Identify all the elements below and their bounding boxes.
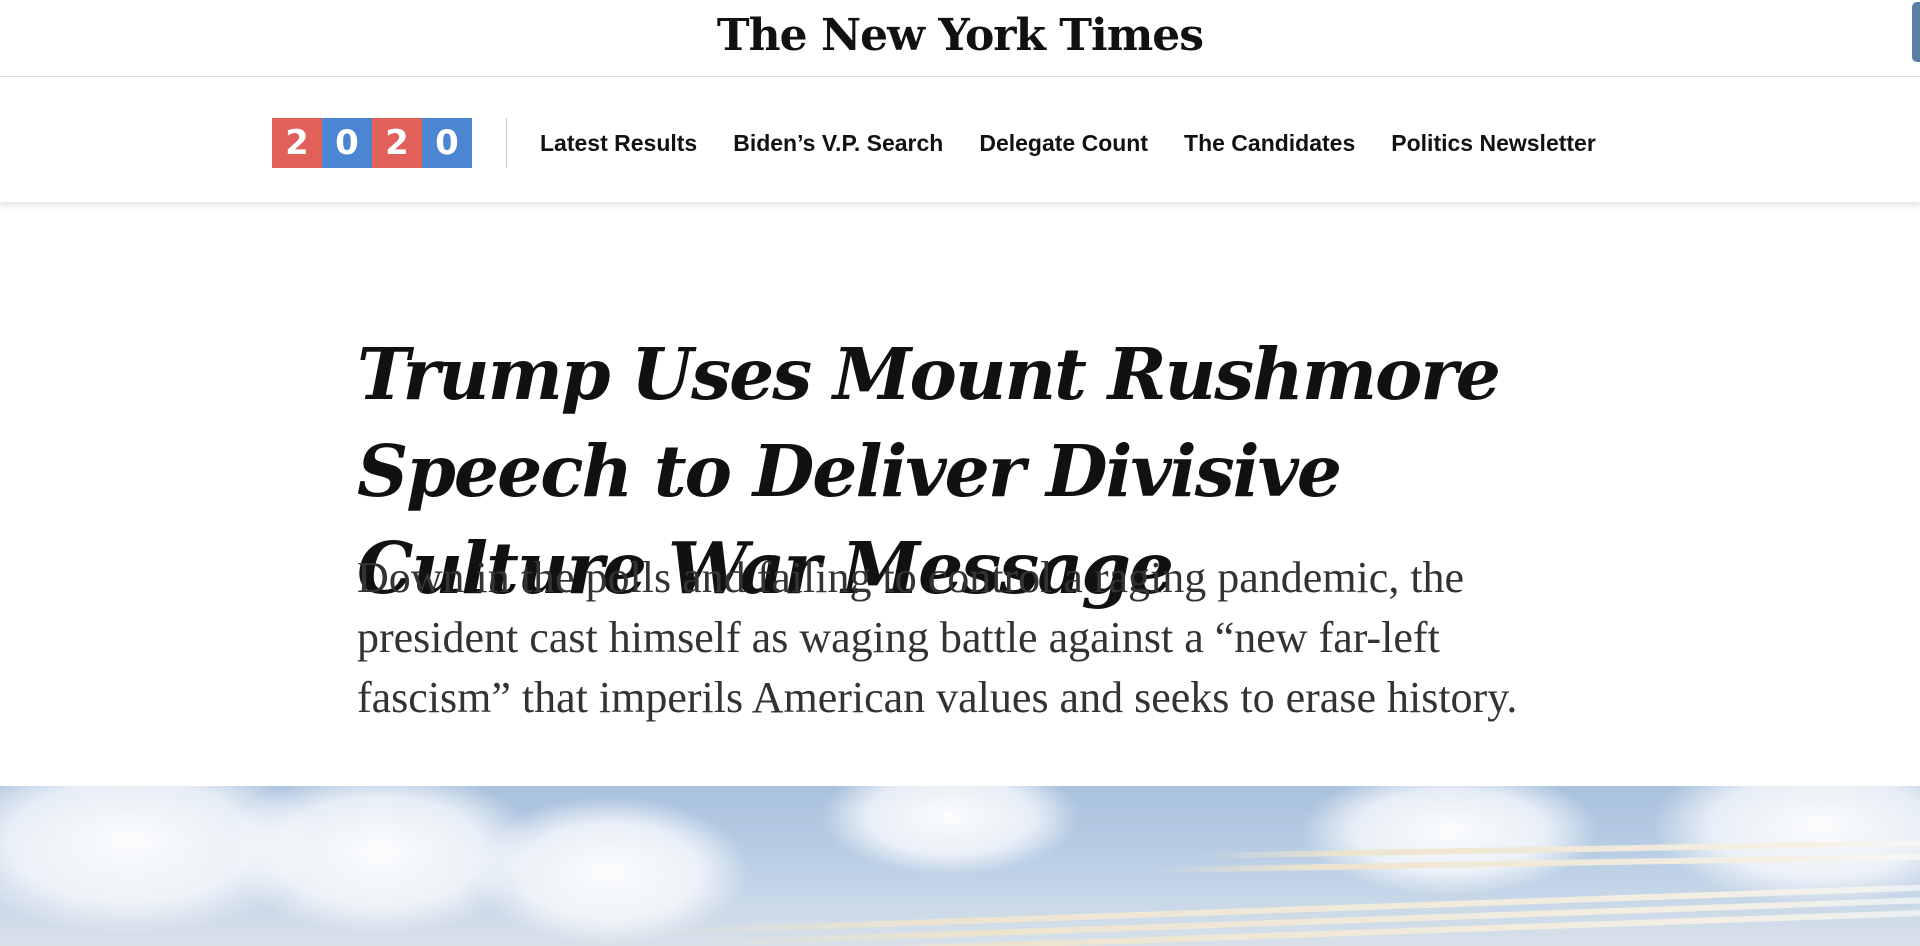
page: The New York Times 2 0 2 0 Latest Result… (0, 0, 1920, 946)
brand-digit: 2 (372, 118, 422, 168)
brand-digit: 0 (422, 118, 472, 168)
section-nav: 2 0 2 0 Latest Results Biden’s V.P. Sear… (0, 78, 1920, 202)
election-2020-brand[interactable]: 2 0 2 0 (272, 118, 472, 168)
brand-digit: 0 (322, 118, 372, 168)
brand-digit: 2 (272, 118, 322, 168)
nav-link-candidates[interactable]: The Candidates (1184, 130, 1355, 157)
nav-link-vp-search[interactable]: Biden’s V.P. Search (733, 130, 943, 157)
nyt-logo[interactable]: The New York Times (717, 10, 1204, 61)
edge-tab[interactable] (1912, 2, 1920, 62)
nav-links: Latest Results Biden’s V.P. Search Deleg… (540, 118, 1632, 168)
cloud (1300, 786, 1600, 896)
cloud (470, 796, 750, 946)
hero-image[interactable] (0, 786, 1920, 946)
nav-link-politics-newsletter[interactable]: Politics Newsletter (1391, 130, 1596, 157)
article-summary: Down in the polls and failing to control… (357, 553, 1518, 722)
masthead: The New York Times (0, 0, 1920, 77)
nav-link-latest-results[interactable]: Latest Results (540, 130, 697, 157)
contrail (740, 908, 1920, 946)
nav-divider (506, 118, 507, 168)
cloud (820, 786, 1080, 876)
nav-link-delegate-count[interactable]: Delegate Count (979, 130, 1148, 157)
